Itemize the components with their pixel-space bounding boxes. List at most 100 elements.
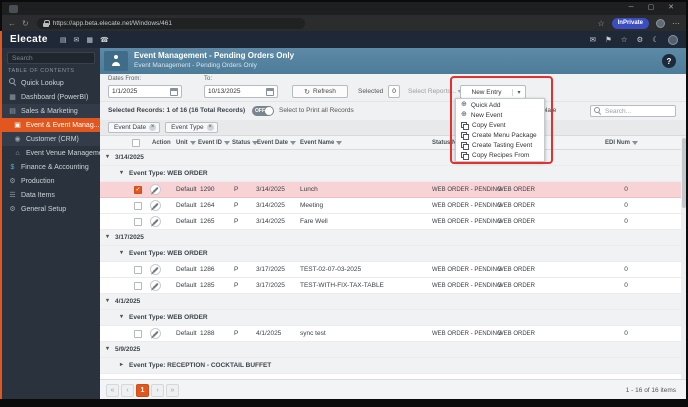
refresh-button[interactable]: ↻ Refresh <box>292 85 348 98</box>
edit-row-button[interactable] <box>150 200 161 211</box>
chevron-down-icon[interactable]: ▾ <box>512 88 525 96</box>
edit-row-button[interactable] <box>150 184 161 195</box>
table-row[interactable]: Default 1285 P 3/17/2025 TEST-WITH-FIX-T… <box>100 278 681 294</box>
sidebar-item-production[interactable]: ⚙ Production <box>2 174 100 188</box>
sidebar-item-quick-lookup[interactable]: Quick Lookup <box>2 76 100 90</box>
sidebar-item-dashboard[interactable]: ▦ Dashboard (PowerBI) <box>2 90 100 104</box>
collapse-arrow-icon[interactable]: ▾ <box>106 150 109 165</box>
column-header-event-name[interactable]: Event Name <box>300 140 334 146</box>
browser-menu-icon[interactable]: ⋯ <box>672 19 680 28</box>
sidebar-item-sales-marketing[interactable]: ▤ Sales & Marketing <box>2 104 100 118</box>
sidebar-item-customer-crm[interactable]: ◉ Customer (CRM) <box>2 132 100 146</box>
menu-item-create-menu-package[interactable]: Create Menu Package <box>456 130 544 140</box>
collapse-arrow-icon[interactable]: ▾ <box>120 246 123 261</box>
row-checkbox[interactable] <box>134 201 142 210</box>
table-row[interactable]: Default 1288 P 4/1/2025 sync test WEB OR… <box>100 326 681 342</box>
group-row-event-type[interactable]: ▾ Event Type: WEB ORDER <box>100 246 681 262</box>
address-bar[interactable]: https://app.beta.elecate.net/Windows/461 <box>36 17 305 29</box>
menu-item-create-tasting-event[interactable]: Create Tasting Event <box>456 140 544 150</box>
last-page-button[interactable]: » <box>166 384 179 397</box>
grid-search-input[interactable] <box>605 107 671 115</box>
column-header-action[interactable]: Action <box>152 140 171 146</box>
user-avatar[interactable] <box>668 34 678 45</box>
phone-icon[interactable]: ☎ <box>100 36 109 44</box>
window-controls[interactable]: ─ ▢ ✕ <box>629 3 680 11</box>
column-header-event-date[interactable]: Event Date <box>257 140 288 146</box>
menu-item-copy-recipes-from[interactable]: Copy Recipes From <box>456 150 544 160</box>
table-row[interactable]: Default 1286 P 3/17/2025 TEST-02-07-03-2… <box>100 262 681 278</box>
browser-tab-icon[interactable] <box>9 5 18 13</box>
filter-funnel-icon[interactable] <box>189 141 196 145</box>
reload-icon[interactable]: ↻ <box>22 19 29 28</box>
table-row[interactable]: Default 1264 P 3/14/2025 Meeting WEB ORD… <box>100 198 681 214</box>
back-icon[interactable]: ← <box>8 19 16 28</box>
menu-item-new-event[interactable]: ⊕ New Event <box>456 110 544 120</box>
group-row-event-type[interactable]: ▾ Event Type: WEB ORDER <box>100 310 681 326</box>
prev-page-button[interactable]: ‹ <box>121 384 134 397</box>
row-checkbox[interactable] <box>134 217 142 226</box>
print-all-toggle[interactable]: OFF <box>252 106 274 116</box>
group-row-date[interactable]: ▾ 5/9/2025 <box>100 342 681 358</box>
filter-funnel-icon[interactable] <box>224 141 231 145</box>
filter-funnel-icon[interactable] <box>290 141 297 145</box>
column-header-event-id[interactable]: Event ID <box>198 140 222 146</box>
table-row[interactable]: Default 1265 P 3/14/2025 Fare Well WEB O… <box>100 214 681 230</box>
edit-row-button[interactable] <box>150 328 161 339</box>
sidebar-item-finance[interactable]: $ Finance & Accounting <box>2 160 100 174</box>
group-row-date[interactable]: ▾ 3/14/2025 <box>100 150 681 166</box>
sidebar-item-event-venue[interactable]: ⌂ Event Venue Management <box>2 146 100 160</box>
edit-row-button[interactable] <box>150 216 161 227</box>
flag-icon[interactable]: ⚑ <box>605 35 612 44</box>
grid-scrollbar[interactable] <box>681 136 686 379</box>
collapse-arrow-icon[interactable]: ▾ <box>106 230 109 245</box>
filter-funnel-icon[interactable] <box>632 141 639 145</box>
calendar-icon[interactable] <box>266 88 274 96</box>
column-header-status[interactable]: Status <box>232 140 250 146</box>
group-chip-event-type[interactable]: Event Type × <box>165 122 218 133</box>
mail-icon[interactable]: ✉ <box>590 35 596 44</box>
row-checkbox[interactable] <box>134 329 142 338</box>
close-icon[interactable]: × <box>206 124 214 131</box>
help-button[interactable]: ? <box>662 54 676 68</box>
collapse-arrow-icon[interactable]: ▾ <box>120 166 123 181</box>
group-chip-event-date[interactable]: Event Date × <box>108 122 161 133</box>
row-checkbox[interactable] <box>134 281 142 290</box>
elecate-logo[interactable]: Elecate <box>10 34 48 45</box>
select-all-checkbox[interactable] <box>132 139 140 147</box>
table-row[interactable]: ✓ Default 1290 P 3/14/2025 Lunch WEB ORD… <box>100 182 681 198</box>
calendar-icon[interactable] <box>170 88 178 96</box>
column-header-edi-num[interactable]: EDI Num <box>605 140 630 146</box>
group-row-date[interactable]: ▾ 4/1/2025 <box>100 294 681 310</box>
company-icon[interactable]: ▤ <box>60 36 67 44</box>
chat-icon[interactable]: ✉ <box>73 36 79 44</box>
collapse-arrow-icon[interactable]: ▾ <box>120 310 123 325</box>
new-entry-button[interactable]: New Entry ▾ <box>460 85 526 99</box>
expand-arrow-icon[interactable]: ▸ <box>120 358 123 373</box>
collapse-arrow-icon[interactable]: ▾ <box>106 342 109 357</box>
first-page-button[interactable]: « <box>106 384 119 397</box>
page-1-button[interactable]: 1 <box>136 384 149 397</box>
edit-row-button[interactable] <box>150 264 161 275</box>
sidebar-item-data-items[interactable]: ☰ Data Items <box>2 188 100 202</box>
close-icon[interactable]: × <box>149 124 157 131</box>
theme-moon-icon[interactable]: ☾ <box>652 35 659 44</box>
sidebar-search-input[interactable] <box>7 52 95 64</box>
settings-gear-icon[interactable]: ⚙ <box>637 35 644 44</box>
edit-row-button[interactable] <box>150 280 161 291</box>
star-icon[interactable]: ☆ <box>621 35 628 44</box>
select-reports-dropdown[interactable]: Select Reports... <box>408 88 461 95</box>
collapse-arrow-icon[interactable]: ▾ <box>106 294 109 309</box>
group-row-date[interactable]: ▾ 3/17/2025 <box>100 230 681 246</box>
menu-item-copy-event[interactable]: Copy Event <box>456 120 544 130</box>
sidebar-item-general-setup[interactable]: ⚙ General Setup <box>2 202 100 216</box>
scrollbar-thumb[interactable] <box>681 138 686 208</box>
row-checkbox[interactable]: ✓ <box>134 185 142 194</box>
row-checkbox[interactable] <box>134 265 142 274</box>
group-row-event-type[interactable]: ▸ Event Type: RECEPTION - COCKTAIL BUFFE… <box>100 358 681 374</box>
filter-funnel-icon[interactable] <box>336 141 343 145</box>
next-page-button[interactable]: › <box>151 384 164 397</box>
favorites-star-icon[interactable]: ☆ <box>597 19 604 28</box>
menu-item-quick-add[interactable]: ⊕ Quick Add <box>456 100 544 110</box>
column-header-unit[interactable]: Unit <box>176 140 188 146</box>
calendar-icon[interactable]: ▦ <box>86 36 93 44</box>
